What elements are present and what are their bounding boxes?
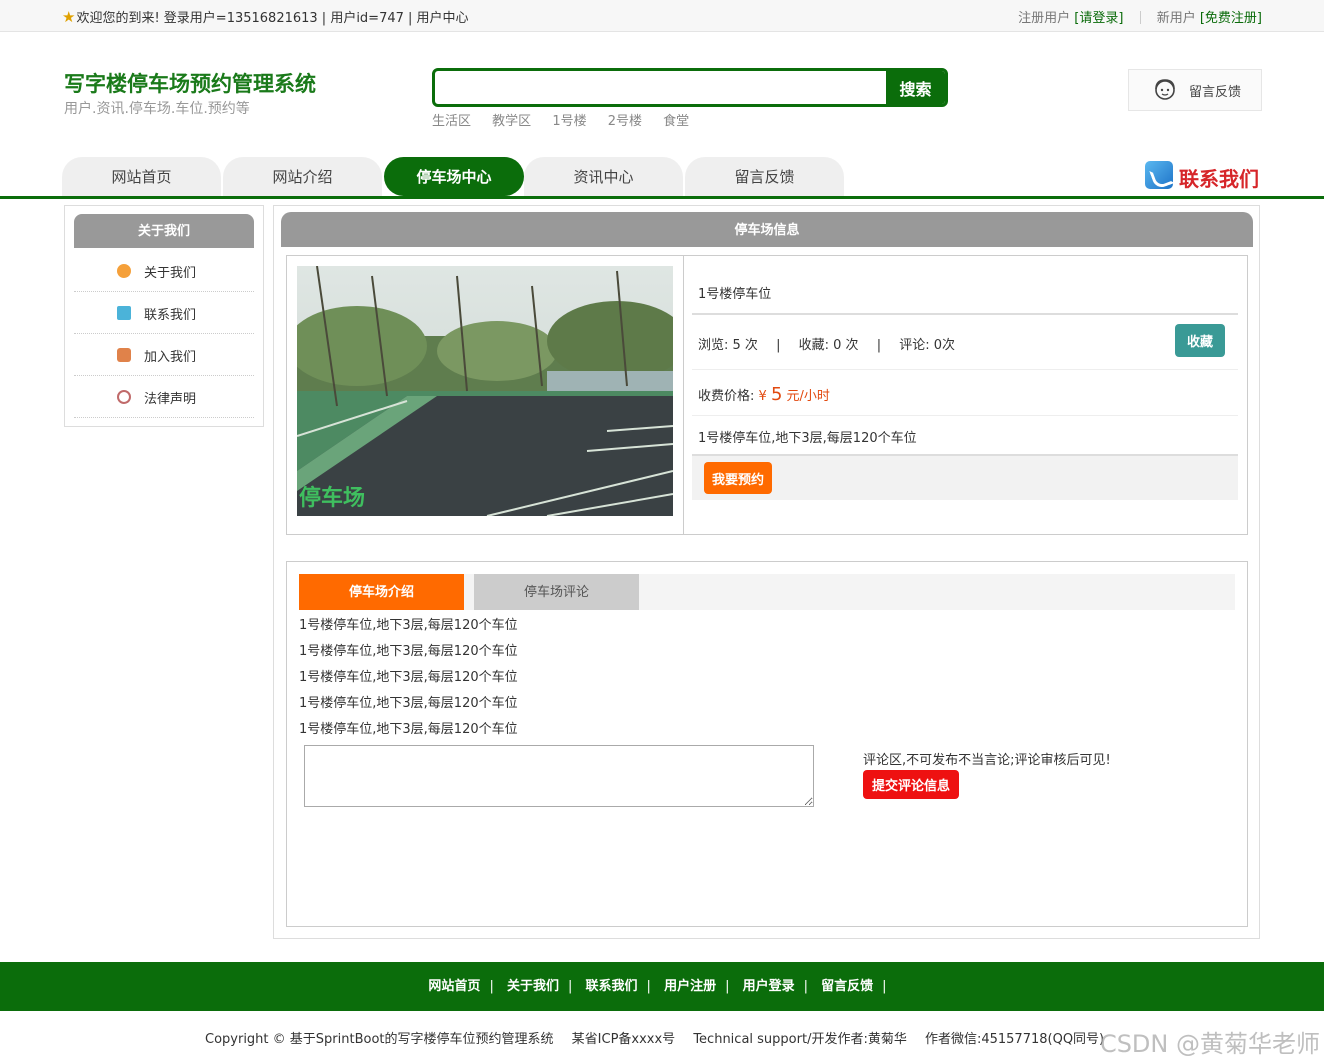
parking-stats: 浏览: 5 次 | 收藏: 0 次 | 评论: 0次 [698,338,956,353]
sidebar-item-contact[interactable]: 联系我们 [74,292,254,334]
registered-label: 注册用户 [1018,11,1071,26]
sidebar: 关于我们 关于我们 联系我们 加入我们 法律声明 [64,205,264,427]
feedback-label: 留言反馈 [1189,85,1242,100]
divider [683,256,684,534]
star-icon: ★ [62,8,76,26]
footer-link-contact[interactable]: 联系我们 [586,979,638,994]
copyright: Copyright © 基于SprintBoot的写字楼停车位预约管理系统 某省… [205,1032,1105,1047]
intro-line: 1号楼停车位,地下3层,每层120个车位 [299,618,518,633]
photo-caption: 停车场 [299,485,366,511]
nav-news[interactable]: 资讯中心 [524,157,683,196]
sidebar-item-label: 加入我们 [144,350,197,365]
sidebar-item-join[interactable]: 加入我们 [74,334,254,376]
search-input[interactable] [435,71,887,104]
price-unit: 元/小时 [786,389,830,404]
site-subtitle: 用户.资讯.停车场.车位.预约等 [64,101,250,117]
hot-keyword[interactable]: 2号楼 [608,114,642,129]
welcome-text: ★欢迎您的到来! 登录用户=13516821613 | 用户id=747 | 用… [62,8,469,26]
nav-feedback[interactable]: 留言反馈 [685,157,844,196]
parking-details: 1号楼停车位 浏览: 5 次 | 收藏: 0 次 | 评论: 0次 收藏 收费价… [692,256,1238,534]
divider [692,415,1238,416]
feedback-button[interactable]: 留言反馈 [1128,69,1262,111]
footer-link-about[interactable]: 关于我们 [507,979,559,994]
new-user-label: 新用户 [1156,11,1196,26]
nav-parking-center[interactable]: 停车场中心 [384,157,524,196]
divider [692,313,1238,315]
separator: | [876,338,882,353]
sidebar-title: 关于我们 [74,214,254,248]
sidebar-item-label: 联系我们 [144,308,197,323]
tab-parking-comments[interactable]: 停车场评论 [474,574,639,610]
views-count: 5 次 [732,338,758,353]
action-bar: 我要预约 [692,454,1238,500]
intro-line: 1号楼停车位,地下3层,每层120个车位 [299,696,518,711]
customer-service-icon [1155,79,1175,100]
favorite-button[interactable]: 收藏 [1175,324,1225,357]
hot-keyword[interactable]: 1号楼 [552,114,586,129]
sidebar-item-about[interactable]: 关于我们 [74,250,254,292]
footer-link-feedback[interactable]: 留言反馈 [821,979,873,994]
search-box: 搜索 [432,68,948,107]
parking-info-box: 停车场 1号楼停车位 浏览: 5 次 | 收藏: 0 次 | 评论: 0次 收藏… [286,255,1248,535]
intro-line: 1号楼停车位,地下3层,每层120个车位 [299,644,518,659]
sidebar-item-legal[interactable]: 法律声明 [74,376,254,418]
book-button[interactable]: 我要预约 [704,462,772,494]
parking-description: 1号楼停车位,地下3层,每层120个车位 [698,431,917,446]
login-link[interactable]: [请登录] [1074,11,1123,26]
phone-icon [1145,161,1173,189]
contact-us-label: 联系我们 [1179,167,1259,191]
signup-link[interactable]: [免费注册] [1200,11,1262,26]
panel-title: 停车场信息 [281,212,1253,247]
lock-icon [117,348,131,362]
tab-strip: 停车场介绍 停车场评论 [299,574,1235,610]
sidebar-item-label: 法律声明 [144,392,197,407]
nav-about[interactable]: 网站介绍 [223,157,382,196]
auth-links: 注册用户 [请登录] 新用户 [免费注册] [1018,7,1262,26]
hot-keyword[interactable]: 食堂 [663,114,689,129]
hot-keywords: 生活区 教学区 1号楼 2号楼 食堂 [432,110,706,129]
detail-tabs: 停车场介绍 停车场评论 1号楼停车位,地下3层,每层120个车位 1号楼停车位,… [286,561,1248,927]
fav-count: 0 次 [833,338,859,353]
sidebar-item-label: 关于我们 [144,266,197,281]
comment-note: 评论区,不可发布不当言论;评论审核后可见! [863,753,1111,768]
intro-line: 1号楼停车位,地下3层,每层120个车位 [299,722,518,737]
main-panel: 停车场信息 停车场 1号楼停车位 浏览: 5 次 | 收藏: 0 次 | 评论:… [273,205,1260,939]
parking-name: 1号楼停车位 [698,287,772,302]
divider [692,369,1238,370]
divider [1139,11,1141,24]
orange-circle-icon [117,264,131,278]
footer-nav: 网站首页 | 关于我们 | 联系我们 | 用户注册 | 用户登录 | 留言反馈 | [0,962,1324,1011]
top-bar: ★欢迎您的到来! 登录用户=13516821613 | 用户id=747 | 用… [0,0,1324,32]
intro-line: 1号楼停车位,地下3层,每层120个车位 [299,670,518,685]
separator: | [776,338,781,353]
nav-underline [0,196,1324,199]
comment-textarea[interactable] [304,745,814,807]
submit-comment-button[interactable]: 提交评论信息 [863,770,959,799]
tab-parking-intro[interactable]: 停车场介绍 [299,574,464,610]
watermark: CSDN @黄菊华老师 [1099,1030,1320,1058]
comment-count: 0次 [933,338,956,353]
search-button[interactable]: 搜索 [886,71,945,104]
footer-link-register[interactable]: 用户注册 [664,979,716,994]
footer-link-login[interactable]: 用户登录 [743,979,795,994]
footer-link-home[interactable]: 网站首页 [428,979,480,994]
clipboard-icon [117,306,131,320]
nav-home[interactable]: 网站首页 [62,157,221,196]
price: 收费价格: ¥ 5 元/小时 [698,384,830,405]
hot-keyword[interactable]: 生活区 [432,114,471,129]
hot-keyword[interactable]: 教学区 [492,114,531,129]
parking-lot-photo [297,266,673,516]
site-title: 写字楼停车场预约管理系统 [64,72,316,96]
price-value: 5 [770,384,783,405]
power-icon [117,390,131,404]
currency: ¥ [758,389,767,404]
